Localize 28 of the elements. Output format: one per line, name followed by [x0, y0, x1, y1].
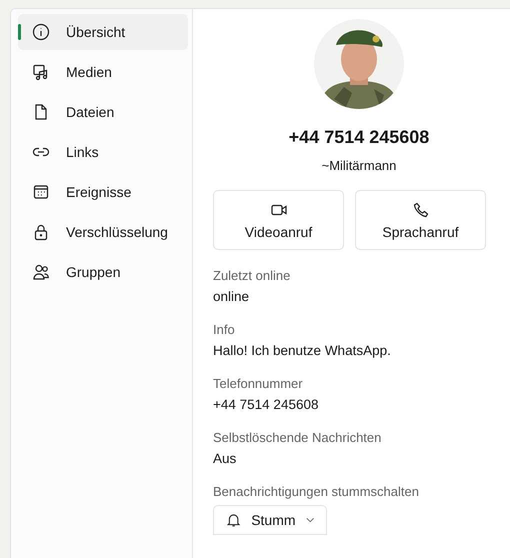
sidebar-item[interactable]: Medien — [18, 54, 188, 90]
sidebar-item[interactable]: Links — [18, 134, 188, 170]
field-value: Hallo! Ich benutze WhatsApp. — [213, 343, 392, 358]
media-icon — [32, 63, 50, 81]
sidebar-item[interactable]: Ereignisse — [18, 174, 188, 210]
caret-icon — [306, 517, 314, 523]
calendar-icon — [32, 183, 50, 201]
sidebar-item[interactable]: Dateien — [18, 94, 188, 130]
contact-name: ~Militärmann — [322, 158, 396, 173]
voice-call-button[interactable]: Sprachanruf — [355, 190, 486, 250]
field-value: Aus — [213, 451, 238, 466]
field-label: Benachrichtigungen stummschalten — [213, 484, 420, 499]
field-value: +44 7514 245608 — [213, 397, 320, 412]
sidebar-item[interactable]: Verschlüsselung — [18, 214, 188, 250]
video-call-button[interactable]: Videoanruf — [213, 190, 344, 250]
field-label: Info — [213, 322, 236, 337]
phone-icon — [412, 200, 430, 218]
field-value: online — [213, 289, 250, 304]
field-label: Selbstlöschende Nachrichten — [213, 430, 382, 445]
field-label: Zuletzt online — [213, 268, 292, 283]
mute-dropdown[interactable]: Stumm — [213, 505, 327, 535]
contact-phone: +44 7514 245608 — [288, 127, 430, 148]
info-icon — [32, 23, 50, 41]
people-icon — [32, 263, 50, 281]
sidebar-item[interactable]: Gruppen — [18, 254, 188, 290]
lock-icon — [32, 223, 50, 241]
sidebar-item[interactable]: Übersicht — [18, 14, 188, 50]
field-label: Telefonnummer — [213, 376, 304, 391]
